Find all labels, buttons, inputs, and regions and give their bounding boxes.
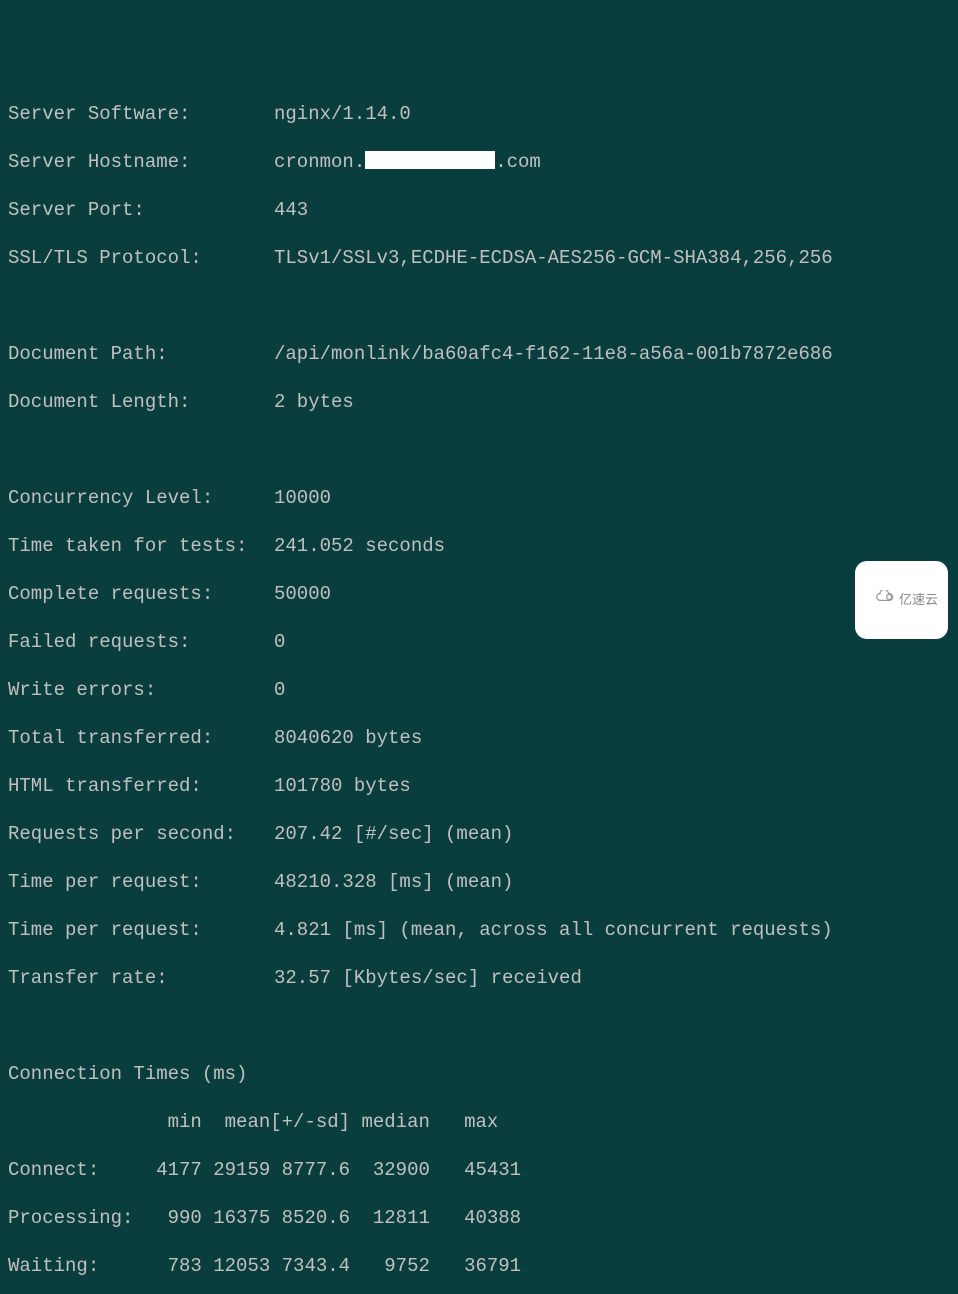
server-hostname-line: Server Hostname:cronmon. .com	[8, 150, 950, 174]
rps-label: Requests per second:	[8, 822, 274, 846]
blank-line	[8, 1014, 950, 1038]
html-transferred-line: HTML transferred:101780 bytes	[8, 774, 950, 798]
cloud-icon	[861, 564, 895, 636]
rps-value: 207.42 [#/sec] (mean)	[274, 822, 513, 846]
total-transferred-line: Total transferred:8040620 bytes	[8, 726, 950, 750]
complete-requests-label: Complete requests:	[8, 582, 274, 606]
html-transferred-label: HTML transferred:	[8, 774, 274, 798]
concurrency-label: Concurrency Level:	[8, 486, 274, 510]
transfer-rate-line: Transfer rate:32.57 [Kbytes/sec] receive…	[8, 966, 950, 990]
server-port-value: 443	[274, 198, 308, 222]
server-software-line: Server Software:nginx/1.14.0	[8, 102, 950, 126]
server-port-line: Server Port:443	[8, 198, 950, 222]
hostname-prefix: cronmon.	[274, 151, 365, 173]
ssl-protocol-label: SSL/TLS Protocol:	[8, 246, 274, 270]
connection-connect-row: Connect: 4177 29159 8777.6 32900 45431	[8, 1158, 950, 1182]
write-errors-value: 0	[274, 678, 285, 702]
watermark-badge: 亿速云	[855, 561, 948, 639]
failed-requests-label: Failed requests:	[8, 630, 274, 654]
total-transferred-label: Total transferred:	[8, 726, 274, 750]
complete-requests-line: Complete requests:50000	[8, 582, 950, 606]
hostname-suffix: .com	[495, 151, 541, 173]
tpr1-value: 48210.328 [ms] (mean)	[274, 870, 513, 894]
doc-length-value: 2 bytes	[274, 390, 354, 414]
total-transferred-value: 8040620 bytes	[274, 726, 422, 750]
connection-times-title: Connection Times (ms)	[8, 1062, 950, 1086]
connection-header: min mean[+/-sd] median max	[8, 1110, 950, 1134]
time-taken-label: Time taken for tests:	[8, 534, 274, 558]
doc-path-value: /api/monlink/ba60afc4-f162-11e8-a56a-001…	[274, 342, 833, 366]
tpr1-line: Time per request:48210.328 [ms] (mean)	[8, 870, 950, 894]
server-port-label: Server Port:	[8, 198, 274, 222]
server-hostname-value: cronmon. .com	[274, 150, 541, 174]
rps-line: Requests per second:207.42 [#/sec] (mean…	[8, 822, 950, 846]
blank-line	[8, 438, 950, 462]
doc-path-label: Document Path:	[8, 342, 274, 366]
time-taken-value: 241.052 seconds	[274, 534, 445, 558]
html-transferred-value: 101780 bytes	[274, 774, 411, 798]
transfer-rate-value: 32.57 [Kbytes/sec] received	[274, 966, 582, 990]
write-errors-line: Write errors:0	[8, 678, 950, 702]
tpr2-line: Time per request:4.821 [ms] (mean, acros…	[8, 918, 950, 942]
time-taken-line: Time taken for tests:241.052 seconds	[8, 534, 950, 558]
doc-path-line: Document Path:/api/monlink/ba60afc4-f162…	[8, 342, 950, 366]
watermark-text: 亿速云	[899, 588, 938, 612]
server-software-label: Server Software:	[8, 102, 274, 126]
failed-requests-value: 0	[274, 630, 285, 654]
concurrency-value: 10000	[274, 486, 331, 510]
server-software-value: nginx/1.14.0	[274, 102, 411, 126]
concurrency-line: Concurrency Level:10000	[8, 486, 950, 510]
server-hostname-label: Server Hostname:	[8, 150, 274, 174]
blank-line	[8, 294, 950, 318]
write-errors-label: Write errors:	[8, 678, 274, 702]
tpr2-label: Time per request:	[8, 918, 274, 942]
transfer-rate-label: Transfer rate:	[8, 966, 274, 990]
failed-requests-line: Failed requests:0	[8, 630, 950, 654]
complete-requests-value: 50000	[274, 582, 331, 606]
ssl-protocol-line: SSL/TLS Protocol:TLSv1/SSLv3,ECDHE-ECDSA…	[8, 246, 950, 270]
ssl-protocol-value: TLSv1/SSLv3,ECDHE-ECDSA-AES256-GCM-SHA38…	[274, 246, 833, 270]
hostname-redacted	[365, 151, 495, 169]
tpr2-value: 4.821 [ms] (mean, across all concurrent …	[274, 918, 833, 942]
connection-waiting-row: Waiting: 783 12053 7343.4 9752 36791	[8, 1254, 950, 1278]
doc-length-line: Document Length:2 bytes	[8, 390, 950, 414]
tpr1-label: Time per request:	[8, 870, 274, 894]
connection-processing-row: Processing: 990 16375 8520.6 12811 40388	[8, 1206, 950, 1230]
doc-length-label: Document Length:	[8, 390, 274, 414]
